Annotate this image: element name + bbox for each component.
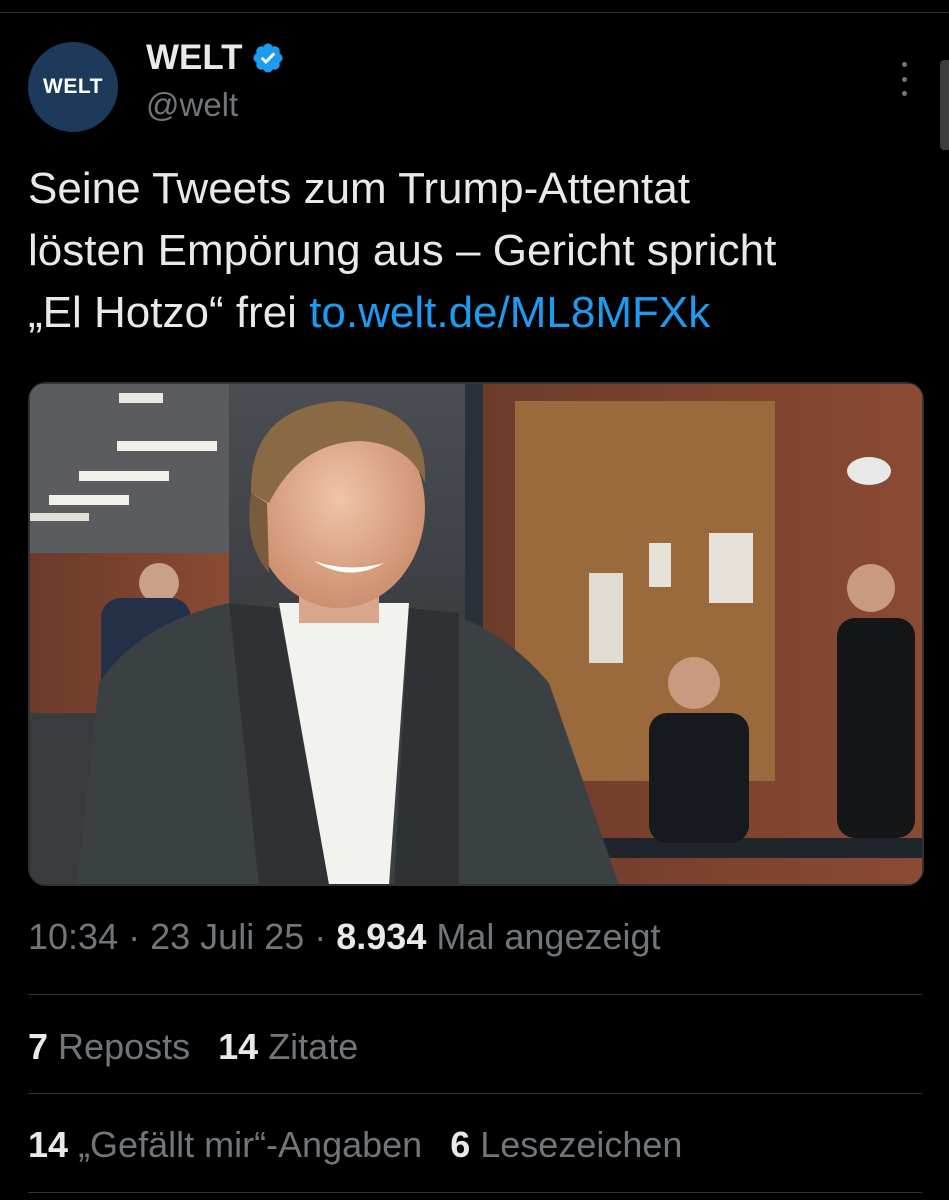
handle[interactable]: @welt [146,86,238,124]
tweet-text-line: „El Hotzo“ frei to.welt.de/ML8MFXk [28,282,928,344]
tweet-link[interactable]: to.welt.de/ML8MFXk [309,288,710,337]
divider [28,994,922,995]
tweet-text-line: lösten Empörung aus – Gericht spricht [28,226,777,275]
tweet-photo[interactable] [28,382,924,886]
photo-illustration [29,383,923,885]
reposts-label: Reposts [58,1026,191,1067]
tweet-text-fragment: „El Hotzo“ frei [28,288,297,337]
more-options-icon[interactable] [892,62,916,96]
verified-badge-icon[interactable] [251,41,285,75]
display-name-text: WELT [146,38,243,77]
likes-count: 14 [28,1124,69,1165]
quotes-stat[interactable]: 14 Zitate [218,1026,358,1068]
tweet-text: Seine Tweets zum Trump-Attentat lösten E… [28,158,928,344]
likes-label: „Gefällt mir“-Angaben [78,1124,423,1165]
reposts-count: 7 [28,1026,49,1067]
reposts-stat[interactable]: 7 Reposts [28,1026,190,1068]
avatar-logo-text: WELT [43,75,103,98]
views-label: Mal angezeigt [436,916,661,957]
tweet-time[interactable]: 10:34 [28,916,118,957]
likes-stat[interactable]: 14 „Gefällt mir“-Angaben [28,1124,422,1166]
tweet-text-line: Seine Tweets zum Trump-Attentat [28,164,690,213]
divider [28,1093,922,1094]
display-name[interactable]: WELT [146,38,285,78]
meta-separator: · [128,916,141,957]
engagement-row-1: 7 Reposts 14 Zitate [28,1026,358,1068]
bookmarks-count: 6 [450,1124,471,1165]
bookmarks-label: Lesezeichen [480,1124,683,1165]
divider [28,1192,922,1193]
quotes-label: Zitate [268,1026,359,1067]
meta-separator: · [314,916,327,957]
views-count: 8.934 [336,916,427,957]
quotes-count: 14 [218,1026,259,1067]
tweet-date[interactable]: 23 Juli 25 [150,916,304,957]
tweet-meta: 10:34 · 23 Juli 25 · 8.934 Mal angezeigt [28,916,661,958]
bookmarks-stat[interactable]: 6 Lesezeichen [450,1124,682,1166]
engagement-row-2: 14 „Gefällt mir“-Angaben 6 Lesezeichen [28,1124,682,1166]
avatar[interactable]: WELT [28,42,118,132]
top-divider [0,12,949,13]
scrollbar[interactable] [940,60,949,150]
